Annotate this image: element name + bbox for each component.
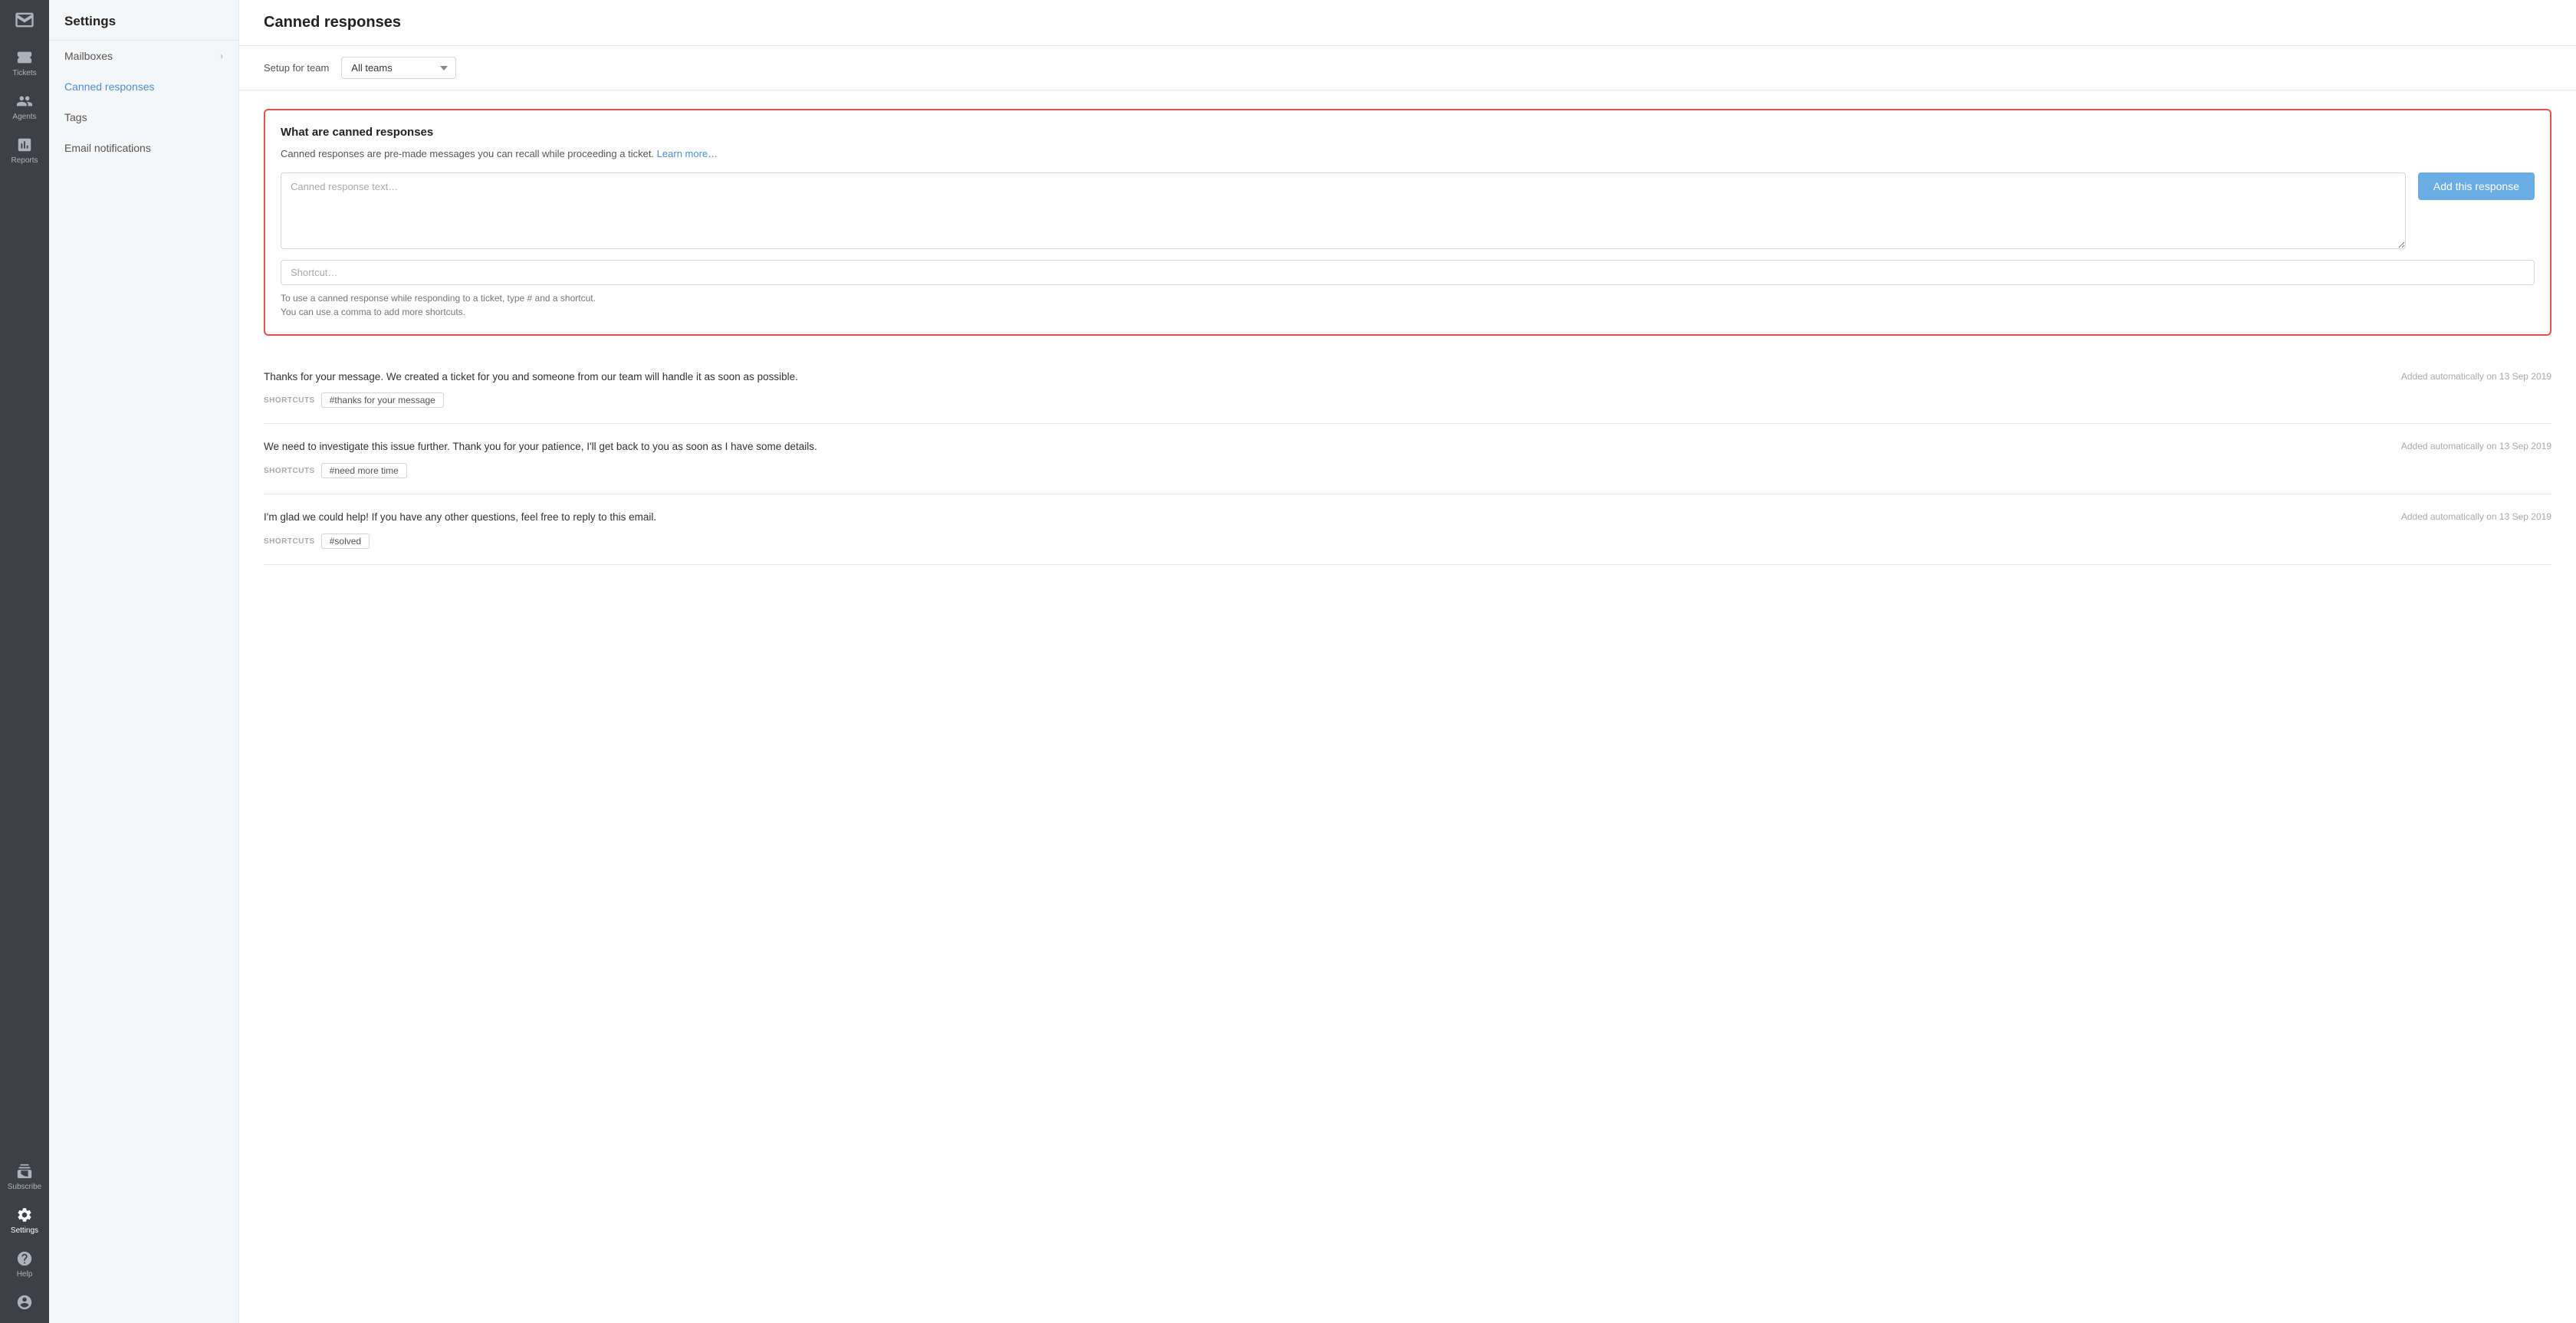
settings-nav-canned-responses[interactable]: Canned responses: [49, 71, 238, 102]
main-body: Setup for team All teams What are canned…: [239, 46, 2576, 1323]
help-icon: [16, 1250, 33, 1267]
page-title: Canned responses: [239, 0, 2576, 46]
ticket-icon: [16, 49, 33, 66]
shortcut-input-wrapper: To use a canned response while respondin…: [281, 260, 2535, 319]
team-selector-dropdown[interactable]: All teams: [341, 57, 456, 79]
team-selector-label: Setup for team: [264, 62, 329, 74]
reports-icon: [16, 136, 33, 153]
settings-nav-mailboxes[interactable]: Mailboxes ›: [49, 41, 238, 71]
settings-nav-tags[interactable]: Tags: [49, 102, 238, 133]
shortcut-input[interactable]: [281, 260, 2535, 285]
canned-response-textarea[interactable]: [281, 172, 2406, 249]
sidebar-item-settings-label: Settings: [11, 1226, 38, 1235]
shortcut-tag: #need more time: [321, 463, 407, 478]
icon-sidebar: Tickets Agents Reports Subscribe S: [0, 0, 49, 1323]
settings-icon: [16, 1206, 33, 1223]
shortcut-tag: #thanks for your message: [321, 392, 444, 408]
sidebar-top: Tickets Agents Reports: [0, 0, 49, 1154]
canned-item-text: Thanks for your message. We created a ti…: [264, 369, 2383, 386]
settings-nav-email-notifications[interactable]: Email notifications: [49, 133, 238, 163]
canned-response-item: Thanks for your message. We created a ti…: [264, 354, 2551, 425]
shortcut-hint: To use a canned response while respondin…: [281, 291, 2535, 319]
sidebar-item-reports[interactable]: Reports: [0, 127, 49, 171]
chevron-right-icon: ›: [220, 51, 223, 61]
subscribe-icon: [16, 1163, 33, 1180]
canned-item-meta: Added automatically on 13 Sep 2019: [2401, 510, 2551, 522]
canned-item-meta: Added automatically on 13 Sep 2019: [2401, 439, 2551, 451]
inbox-app-icon: [14, 9, 35, 31]
sidebar-item-subscribe-label: Subscribe: [8, 1183, 41, 1191]
sidebar-item-settings[interactable]: Settings: [0, 1197, 49, 1241]
sidebar-bottom: Subscribe Settings Help: [0, 1154, 49, 1323]
team-selector-bar: Setup for team All teams: [239, 46, 2576, 90]
app-icon: [0, 0, 49, 40]
agents-icon: [16, 93, 33, 110]
sidebar-item-reports-label: Reports: [11, 156, 38, 165]
shortcuts-label: SHORTCUTS: [264, 467, 315, 475]
canned-item-meta: Added automatically on 13 Sep 2019: [2401, 369, 2551, 382]
shortcut-tag: #solved: [321, 533, 370, 549]
add-response-button[interactable]: Add this response: [2418, 172, 2535, 200]
sidebar-item-help[interactable]: Help: [0, 1241, 49, 1285]
add-form-textarea-row: Add this response: [281, 172, 2535, 249]
canned-item-text: We need to investigate this issue furthe…: [264, 439, 2383, 455]
canned-responses-list: Thanks for your message. We created a ti…: [239, 354, 2576, 566]
shortcuts-label: SHORTCUTS: [264, 396, 315, 405]
canned-response-item: We need to investigate this issue furthe…: [264, 424, 2551, 494]
sidebar-item-tickets[interactable]: Tickets: [0, 40, 49, 84]
sidebar-item-subscribe[interactable]: Subscribe: [0, 1154, 49, 1197]
main-content: Canned responses Setup for team All team…: [239, 0, 2576, 1323]
add-form-box: What are canned responses Canned respons…: [264, 109, 2551, 336]
canned-response-item: I'm glad we could help! If you have any …: [264, 494, 2551, 565]
shortcuts-label: SHORTCUTS: [264, 537, 315, 546]
add-form-description: Canned responses are pre-made messages y…: [281, 146, 2535, 162]
canned-item-text: I'm glad we could help! If you have any …: [264, 510, 2383, 526]
add-form-title: What are canned responses: [281, 126, 2535, 139]
sidebar-item-tickets-label: Tickets: [12, 69, 36, 77]
sidebar-item-help-label: Help: [17, 1270, 33, 1279]
learn-more-link[interactable]: Learn more…: [657, 148, 718, 159]
profile-icon: [16, 1294, 33, 1311]
sidebar-item-agents[interactable]: Agents: [0, 84, 49, 127]
settings-panel-header: Settings: [49, 0, 238, 41]
settings-panel: Settings Mailboxes › Canned responses Ta…: [49, 0, 239, 1323]
sidebar-item-agents-label: Agents: [12, 113, 36, 121]
sidebar-item-profile[interactable]: [0, 1285, 49, 1317]
